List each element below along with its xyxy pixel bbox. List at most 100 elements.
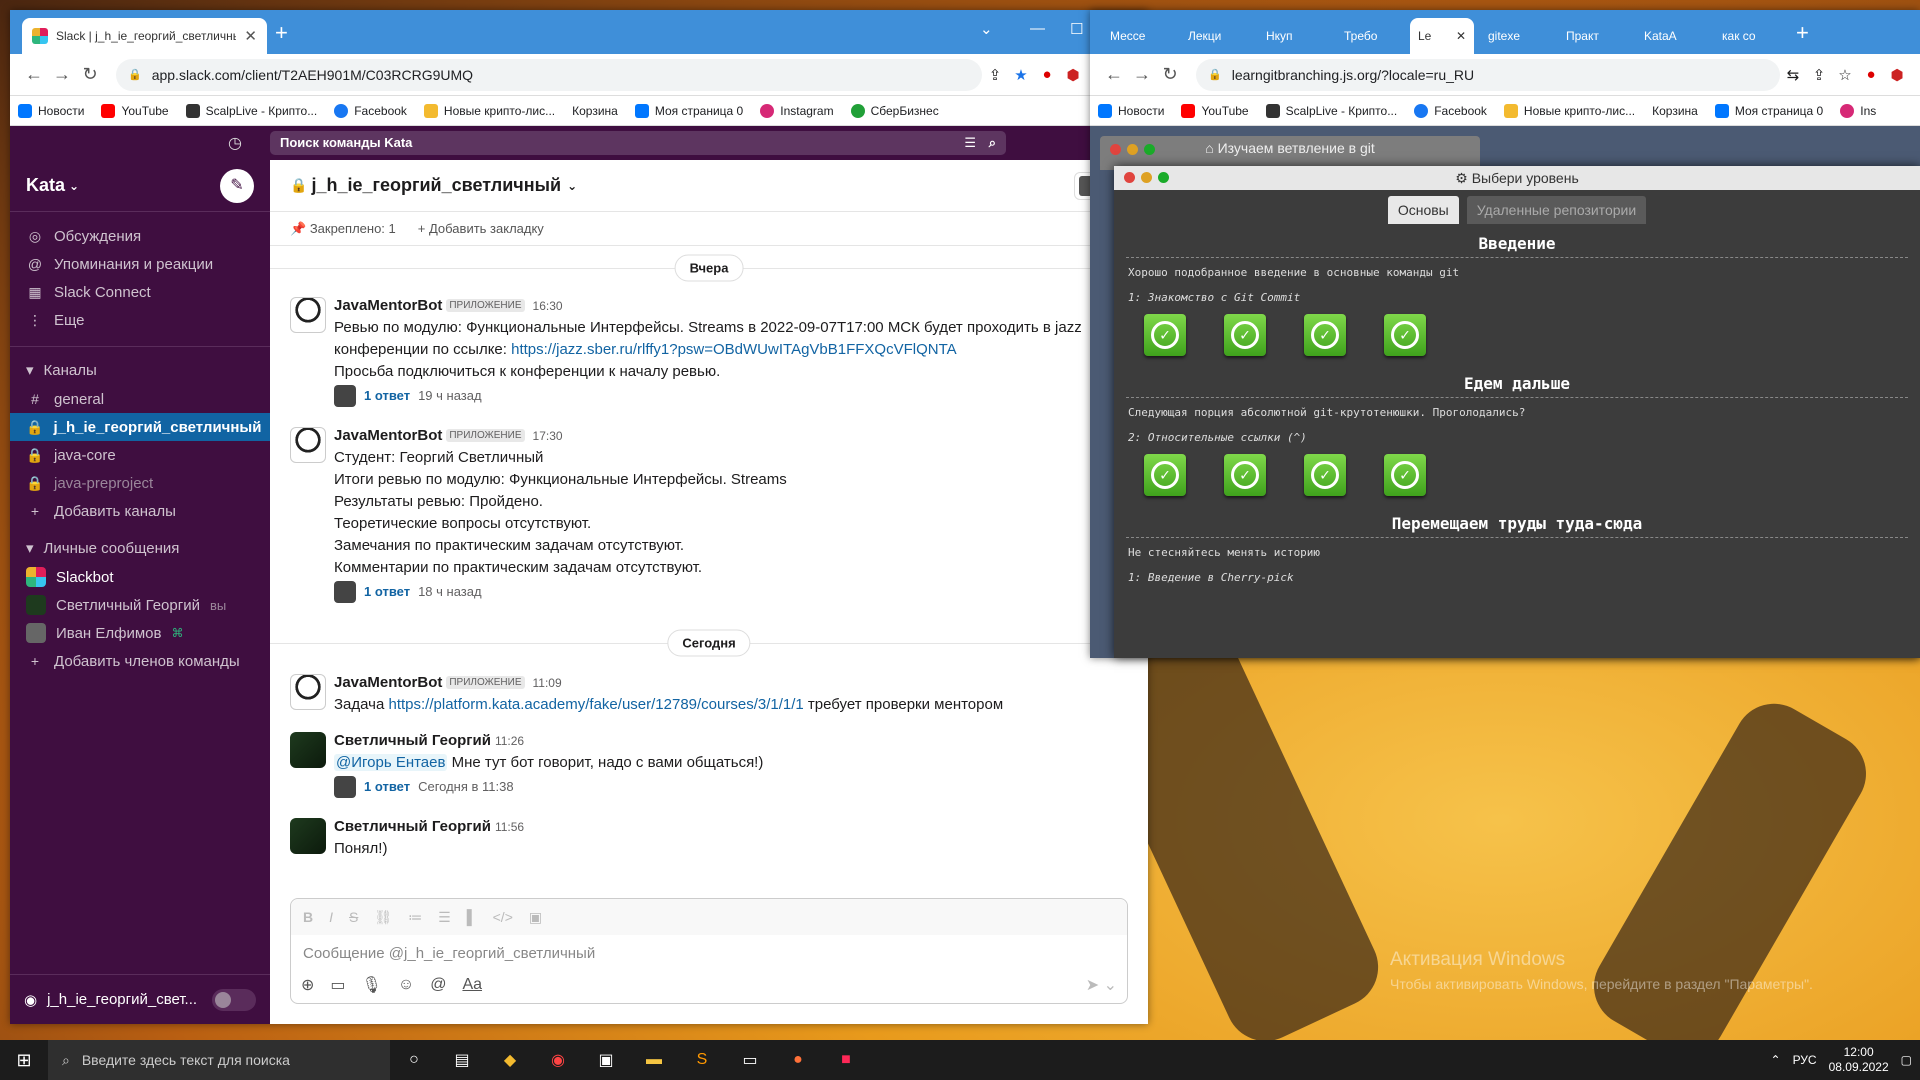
add-channels-button[interactable]: + Добавить каналы: [10, 497, 270, 525]
sidebar-item-java-preproject[interactable]: 🔒 java-preproject: [10, 469, 270, 497]
level-complete-button[interactable]: ✓: [1144, 454, 1186, 496]
bookmark-item[interactable]: Facebook: [334, 103, 407, 118]
close-dot-icon[interactable]: [1110, 144, 1121, 155]
bookmark-item[interactable]: Корзина: [572, 104, 618, 118]
mic-icon[interactable]: 🎙: [362, 975, 382, 995]
taskbar-search[interactable]: ⌕ Введите здесь текст для поиска: [48, 1040, 390, 1080]
back-icon[interactable]: ←: [20, 64, 48, 85]
bullet-list-icon[interactable]: ☰: [438, 909, 451, 926]
sidebar-item-current-channel[interactable]: 🔒 j_h_ie_георгий_светличный: [10, 413, 270, 441]
intellij-icon[interactable]: ■: [822, 1051, 870, 1069]
bookmark-item[interactable]: YouTube: [1181, 103, 1249, 118]
bookmark-item[interactable]: Моя страница 0: [1714, 103, 1823, 118]
bookmark-item[interactable]: Новости: [1098, 103, 1164, 118]
browser-tab[interactable]: Мессе: [1102, 18, 1180, 54]
channel-header[interactable]: 🔒 j_h_ie_георгий_светличный ⌄ 7: [270, 160, 1148, 212]
browser-tab[interactable]: Практ: [1558, 18, 1636, 54]
forward-icon[interactable]: →: [1128, 64, 1156, 85]
forward-icon[interactable]: →: [48, 64, 76, 85]
code-icon[interactable]: </>: [493, 909, 513, 925]
mention-icon[interactable]: @: [430, 976, 446, 994]
zoom-dot-icon[interactable]: [1158, 172, 1169, 183]
sidebar-item-more[interactable]: ⋮ Еще: [10, 306, 270, 334]
sidebar-item-mentions[interactable]: @ Упоминания и реакции: [10, 250, 270, 278]
add-bookmark-button[interactable]: + Добавить закладку: [418, 221, 544, 236]
bookmark-item[interactable]: СберБизнес: [850, 103, 939, 118]
terminal-icon[interactable]: ▭: [726, 1050, 774, 1070]
minimize-dot-icon[interactable]: [1127, 144, 1138, 155]
browser-tab-active[interactable]: Le ✕: [1410, 18, 1474, 54]
sidebar-item-general[interactable]: # general: [10, 385, 270, 413]
share-icon[interactable]: ⇪: [1806, 66, 1832, 84]
reload-icon[interactable]: ↻: [1156, 64, 1184, 85]
message-input[interactable]: Сообщение @j_h_ie_георгий_светличный: [291, 935, 1127, 972]
star-icon[interactable]: ☆: [1832, 66, 1858, 84]
minimize-icon[interactable]: —: [1030, 20, 1045, 37]
level-complete-button[interactable]: ✓: [1304, 314, 1346, 356]
history-icon[interactable]: ◷: [228, 133, 242, 153]
bookmark-item[interactable]: Facebook: [1414, 103, 1487, 118]
bot-avatar[interactable]: [290, 297, 326, 333]
search-icon[interactable]: ⌕: [989, 131, 996, 155]
minimize-dot-icon[interactable]: [1141, 172, 1152, 183]
tab-slack[interactable]: Slack | j_h_ie_георгий_светличный ✕: [22, 18, 267, 54]
send-icon[interactable]: ➤ ⌄: [1086, 975, 1117, 995]
bookmark-item[interactable]: Моя страница 0: [634, 103, 743, 118]
chevron-up-icon[interactable]: ⌃: [1771, 1053, 1781, 1067]
strike-icon[interactable]: S: [349, 909, 358, 925]
maximize-icon[interactable]: ☐: [1070, 20, 1083, 38]
new-tab-button[interactable]: +: [1796, 20, 1809, 46]
bookmark-item[interactable]: YouTube: [101, 103, 169, 118]
search-input[interactable]: Поиск команды Kata ☰ ⌕: [270, 131, 1006, 155]
thread-replies[interactable]: 1 ответ 18 ч назад: [334, 581, 1128, 603]
adblock-icon[interactable]: ⬢: [1884, 66, 1910, 84]
level-complete-button[interactable]: ✓: [1144, 314, 1186, 356]
binance-app-icon[interactable]: ◆: [486, 1050, 534, 1070]
browser-tab[interactable]: KataA: [1636, 18, 1714, 54]
user-avatar[interactable]: [290, 732, 326, 768]
folder-icon[interactable]: ▬: [630, 1051, 678, 1069]
task-view-icon[interactable]: ▤: [438, 1050, 486, 1070]
bot-avatar[interactable]: [290, 674, 326, 710]
bookmark-item[interactable]: Новые крипто-лис...: [1503, 103, 1635, 118]
link-icon[interactable]: ⛓: [374, 909, 392, 926]
close-tab-icon[interactable]: ✕: [244, 27, 257, 45]
back-icon[interactable]: ←: [1100, 64, 1128, 85]
sidebar-item-java-core[interactable]: 🔒 java-core: [10, 441, 270, 469]
sidebar-item-connect[interactable]: ▦ Slack Connect: [10, 278, 270, 306]
level-complete-button[interactable]: ✓: [1224, 314, 1266, 356]
thread-replies[interactable]: 1 ответ Сегодня в 11:38: [334, 776, 1128, 798]
tab-basics[interactable]: Основы: [1387, 196, 1459, 224]
bookmark-item[interactable]: Instagram: [760, 103, 834, 118]
clock[interactable]: 12:00 08.09.2022: [1829, 1045, 1889, 1075]
level-complete-button[interactable]: ✓: [1384, 314, 1426, 356]
share-icon[interactable]: ⇪: [982, 66, 1008, 84]
quote-icon[interactable]: ▌: [467, 909, 477, 925]
channels-header[interactable]: ▾ Каналы: [10, 355, 270, 385]
sublime-icon[interactable]: S: [678, 1051, 726, 1069]
message-link[interactable]: https://platform.kata.academy/fake/user/…: [389, 696, 804, 713]
windows-start-icon[interactable]: ⊞: [0, 1050, 48, 1071]
bookmark-item[interactable]: Ins: [1840, 103, 1876, 118]
bookmark-item[interactable]: Новые крипто-лис...: [423, 103, 555, 118]
close-dot-icon[interactable]: [1124, 172, 1135, 183]
bookmark-item[interactable]: Новости: [18, 103, 84, 118]
chrome-icon[interactable]: ◉: [534, 1050, 582, 1070]
reload-icon[interactable]: ↻: [76, 64, 104, 85]
screenshot-icon[interactable]: ▣: [582, 1050, 630, 1070]
star-icon[interactable]: ★: [1008, 66, 1034, 84]
message-link[interactable]: https://jazz.sber.ru/rlffy1?psw=OBdWUwIT…: [511, 341, 957, 358]
dm-header[interactable]: ▾ Личные сообщения: [10, 533, 270, 563]
bookmark-item[interactable]: Корзина: [1652, 104, 1698, 118]
level-complete-button[interactable]: ✓: [1384, 454, 1426, 496]
browser-tab[interactable]: Нкуп: [1258, 18, 1336, 54]
level-complete-button[interactable]: ✓: [1224, 454, 1266, 496]
thread-replies[interactable]: 1 ответ 19 ч назад: [334, 385, 1128, 407]
firefox-icon[interactable]: ●: [774, 1051, 822, 1069]
tab-remote[interactable]: Удаленные репозитории: [1466, 196, 1647, 224]
plus-icon[interactable]: ⊕: [301, 975, 314, 995]
compose-icon[interactable]: ✎: [220, 168, 254, 203]
browser-tab[interactable]: Требо: [1336, 18, 1414, 54]
opera-icon[interactable]: ●: [1034, 66, 1060, 83]
filter-icon[interactable]: ☰: [964, 131, 976, 155]
